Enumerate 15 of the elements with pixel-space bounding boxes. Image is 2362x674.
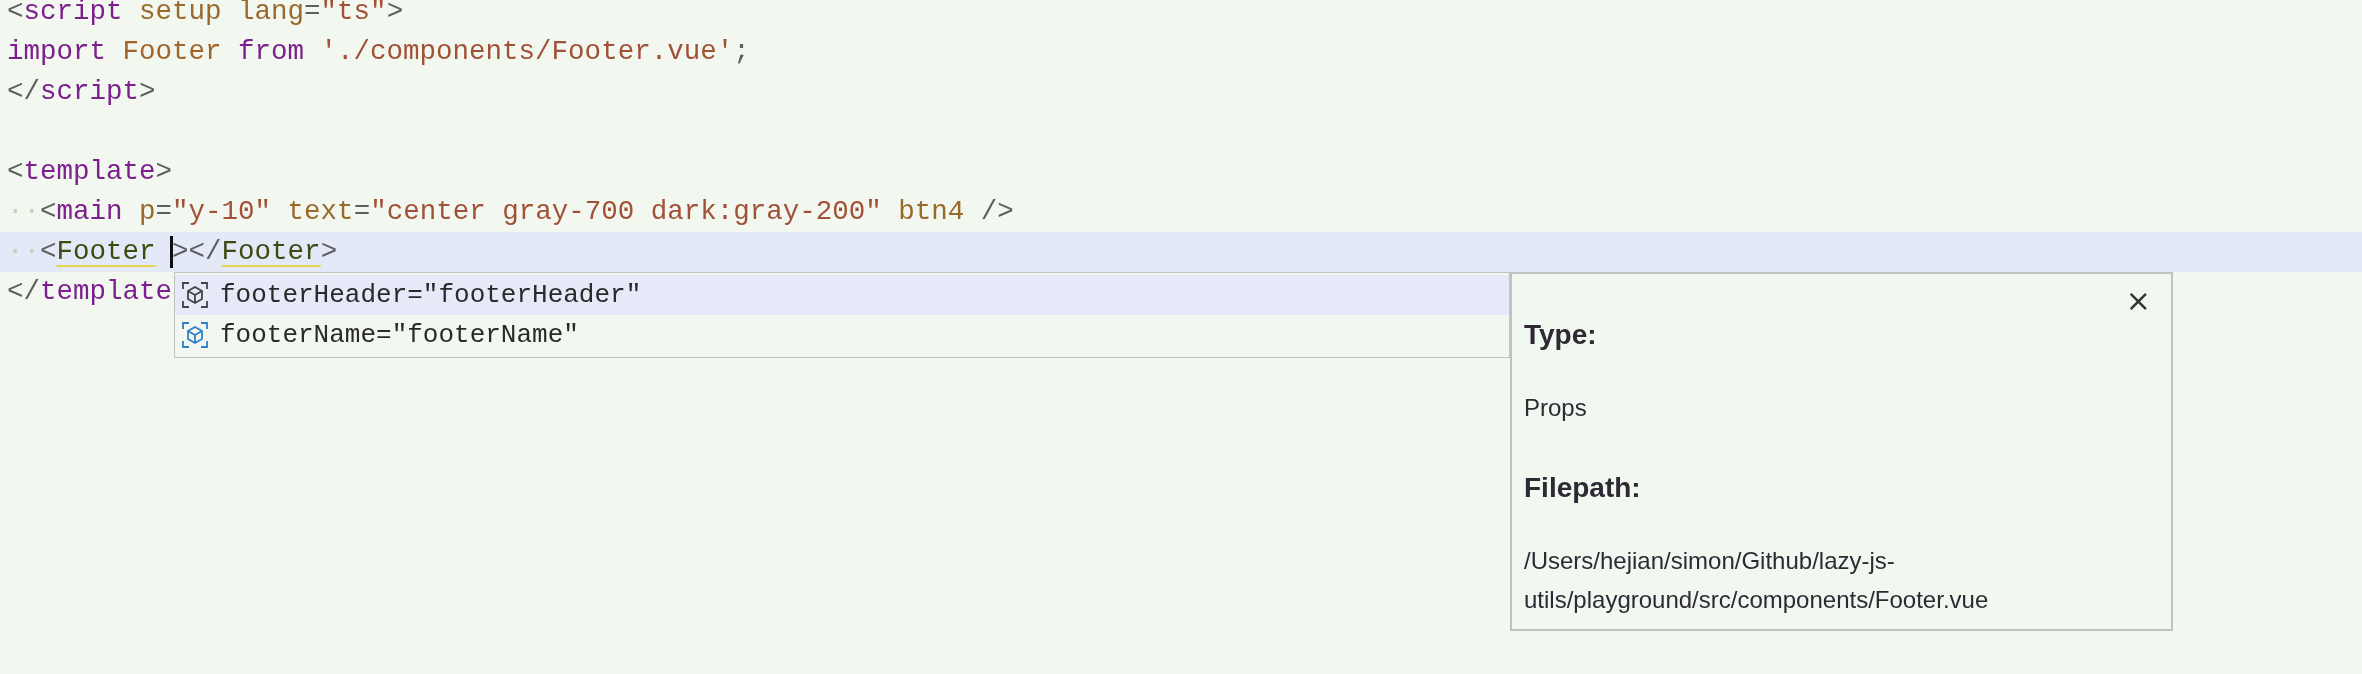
code-line: ··<Footer ></Footer> bbox=[7, 234, 338, 270]
code-line: ··<main p="y-10" text="center gray-700 dark:gray-200" btn4 /> bbox=[7, 195, 1014, 229]
code-line: </template bbox=[7, 275, 173, 309]
doc-heading: Filepath: bbox=[1524, 471, 1642, 505]
suggestion-item[interactable]: footerName="footerName" bbox=[175, 315, 1509, 355]
code-line: import Footer from './components/Footer.vue'; bbox=[7, 35, 750, 69]
doc-heading: Type: bbox=[1524, 318, 1598, 352]
code-line: <template> bbox=[7, 155, 173, 189]
code-line: </script> bbox=[7, 75, 156, 109]
suggestion-item[interactable]: footerHeader="footerHeader" bbox=[175, 275, 1509, 315]
cube-icon bbox=[182, 282, 208, 308]
cube-icon bbox=[182, 322, 208, 348]
close-button[interactable]: × bbox=[2121, 286, 2155, 316]
doc-text: /Users/hejian/simon/Github/lazy-js-utils/playground/src/components/Footer.vue bbox=[1524, 546, 1990, 615]
doc-text: Props bbox=[1524, 393, 1588, 423]
